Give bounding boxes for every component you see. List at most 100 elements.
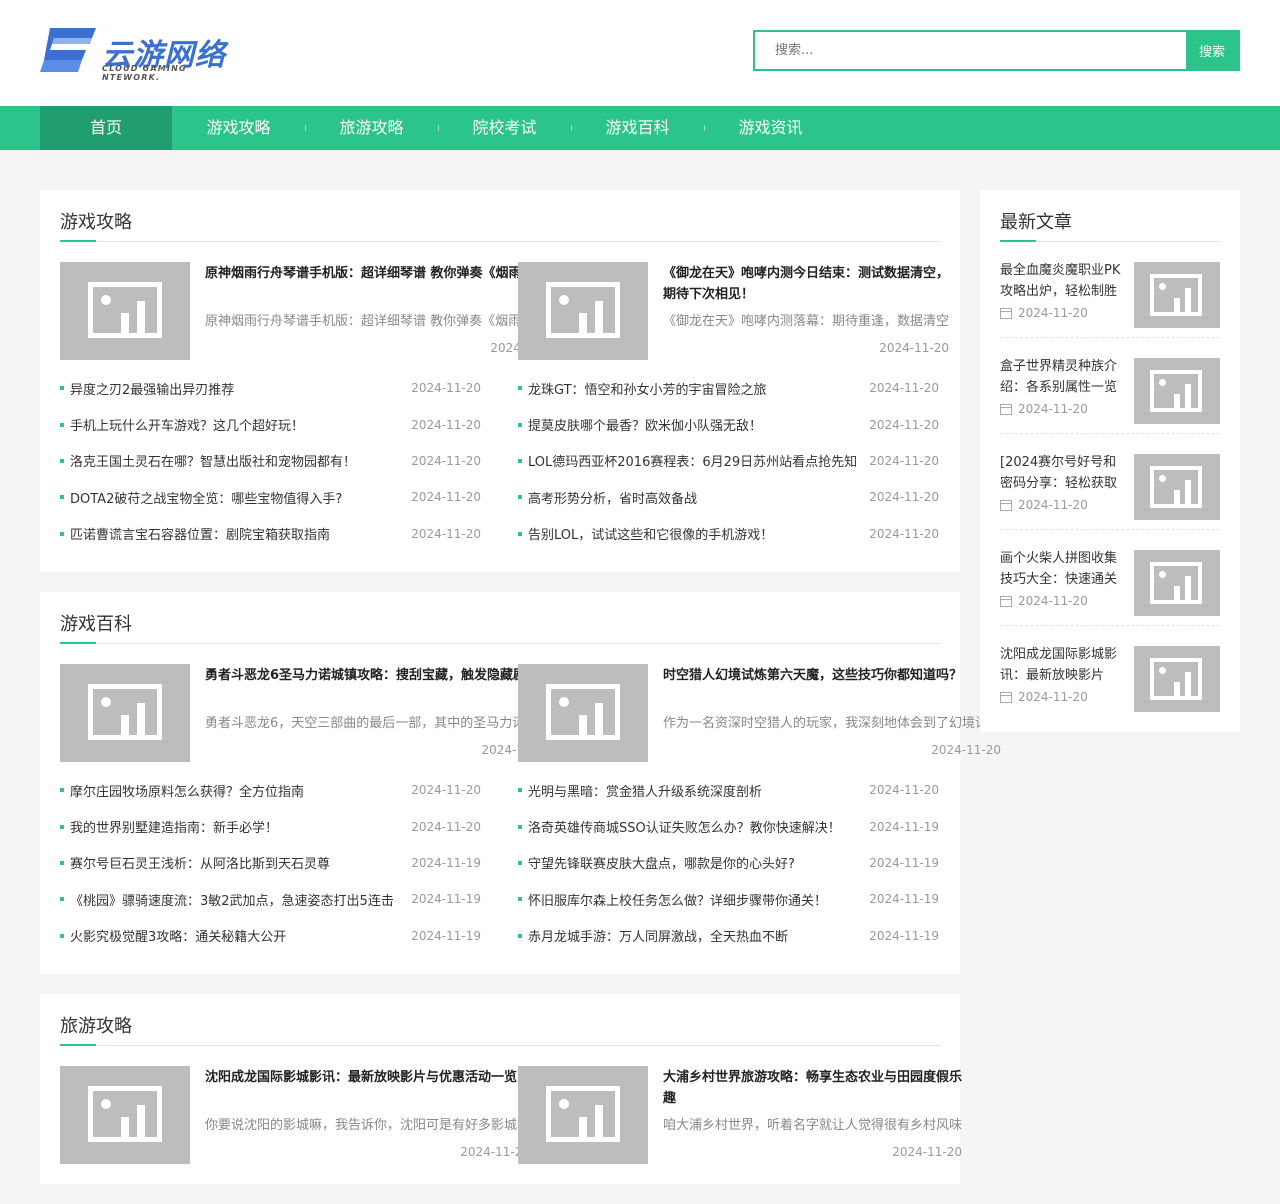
list-item-title[interactable]: 高考形势分析，省时高效备战 <box>528 488 869 507</box>
placeholder-image-icon[interactable] <box>1134 454 1220 520</box>
list-item[interactable]: 《桃园》骠骑速度流：3敏2武加点，急速姿态打出5连击 2024-11-19 <box>60 881 481 917</box>
placeholder-image-icon[interactable] <box>1134 646 1220 712</box>
placeholder-image-icon[interactable] <box>60 663 190 762</box>
featured-article[interactable]: 大浦乡村世界旅游攻略：畅享生态农业与田园度假乐趣 咱大浦乡村世界，听着名字就让人觉… <box>518 1065 962 1164</box>
featured-title[interactable]: 原神烟雨行舟琴谱手机版：超详细琴谱 教你弹奏《烟雨行舟》 <box>205 263 560 305</box>
list-item-title[interactable]: 洛奇英雄传商城SSO认证失败怎么办？教你快速解决！ <box>528 817 869 836</box>
nav-item-home[interactable]: 首页 <box>40 106 172 150</box>
bullet-icon <box>518 495 522 500</box>
latest-article-title[interactable]: 最全血魔炎魔职业PK攻略出炉，轻松制胜 <box>1000 260 1124 302</box>
latest-article[interactable]: 最全血魔炎魔职业PK攻略出炉，轻松制胜 2024-11-20 <box>1000 242 1220 338</box>
list-item-date: 2024-11-20 <box>869 783 939 798</box>
featured-desc: 你要说沈阳的影城嘛，我告诉你，沈阳可是有好多影城的 <box>205 1117 531 1133</box>
list-item[interactable]: 守望先锋联赛皮肤大盘点，哪款是你的心头好? 2024-11-19 <box>518 845 939 881</box>
latest-article[interactable]: 画个火柴人拼图收集技巧大全：快速通关 2024-11-20 <box>1000 530 1220 626</box>
list-item-title[interactable]: 光明与黑暗：赏金猎人升级系统深度剖析 <box>528 781 869 800</box>
placeholder-image-icon[interactable] <box>518 262 648 360</box>
list-item[interactable]: 告别LOL，试试这些和它很像的手机游戏！ 2024-11-20 <box>518 516 939 552</box>
list-item-title[interactable]: 告别LOL，试试这些和它很像的手机游戏！ <box>528 524 869 543</box>
search-button[interactable]: 搜索 <box>1186 32 1238 69</box>
list-item[interactable]: 我的世界别墅建造指南：新手必学！ 2024-11-20 <box>60 808 481 844</box>
logo-sub-text: CLOUD GAMING NTEWORK. <box>102 64 187 82</box>
list-item-title[interactable]: 赤月龙城手游：万人同屏激战，全天热血不断 <box>528 926 869 945</box>
list-item-title[interactable]: 我的世界别墅建造指南：新手必学！ <box>70 817 411 836</box>
latest-article-date: 2024-11-20 <box>1018 690 1088 704</box>
list-item-title[interactable]: 手机上玩什么开车游戏？这几个超好玩！ <box>70 415 411 434</box>
placeholder-image-icon[interactable] <box>518 663 648 762</box>
list-item-title[interactable]: 提莫皮肤哪个最香？欧米伽小队强无敌！ <box>528 415 869 434</box>
list-item-title[interactable]: 龙珠GT：悟空和孙女小芳的宇宙冒险之旅 <box>528 379 869 398</box>
placeholder-image-icon[interactable] <box>1134 262 1220 328</box>
list-item[interactable]: LOL德玛西亚杯2016赛程表：6月29日苏州站看点抢先知 2024-11-20 <box>518 443 939 479</box>
featured-article[interactable]: 沈阳成龙国际影城影讯：最新放映影片与优惠活动一览你要说沈阳的影城嘛，我告诉你，沈… <box>60 1065 530 1164</box>
bullet-icon <box>518 386 522 391</box>
bullet-icon <box>60 860 64 865</box>
placeholder-image-icon[interactable] <box>60 262 190 360</box>
list-item-title[interactable]: 守望先锋联赛皮肤大盘点，哪款是你的心头好? <box>528 853 869 872</box>
list-item-date: 2024-11-20 <box>411 453 481 468</box>
latest-article[interactable]: 盒子世界精灵种族介绍：各系别属性一览 2024-11-20 <box>1000 338 1220 434</box>
list-item-date: 2024-11-20 <box>411 490 481 505</box>
featured-title[interactable]: 沈阳成龙国际影城影讯：最新放映影片与优惠活动一览 <box>205 1067 530 1109</box>
bullet-icon <box>518 897 522 902</box>
featured-article[interactable]: 勇者斗恶龙6圣马力诺城镇攻略：搜刮宝藏，触发隐藏剧情勇者斗恶龙6，天空三部曲的最… <box>60 663 551 762</box>
list-item[interactable]: 怀旧服库尔森上校任务怎么做？详细步骤带你通关！ 2024-11-19 <box>518 881 939 917</box>
list-item[interactable]: 摩尔庄园牧场原料怎么获得？全方位指南 2024-11-20 <box>60 772 481 808</box>
nav-item-game-news[interactable]: 游戏资讯 <box>704 106 837 150</box>
search-input[interactable] <box>755 32 1186 69</box>
list-item-title[interactable]: 赛尔号巨石灵王浅析：从阿洛比斯到天石灵尊 <box>70 853 411 872</box>
featured-article[interactable]: 时空猎人幻境试炼第六天魔，这些技巧你都知道吗？ 作为一名资深时空猎人的玩家，我深刻… <box>518 663 1001 762</box>
list-item-date: 2024-11-20 <box>869 526 939 541</box>
bullet-icon <box>518 458 522 463</box>
latest-article[interactable]: 沈阳成龙国际影城影讯：最新放映影片 2024-11-20 <box>1000 626 1220 722</box>
list-item[interactable]: 洛克王国土灵石在哪？智慧出版社和宠物园都有！ 2024-11-20 <box>60 443 481 479</box>
list-item[interactable]: 异度之刃2最强输出异刃推荐 2024-11-20 <box>60 370 481 406</box>
nav-item-game-guides[interactable]: 游戏攻略 <box>172 106 305 150</box>
list-item[interactable]: 赛尔号巨石灵王浅析：从阿洛比斯到天石灵尊 2024-11-19 <box>60 845 481 881</box>
list-item[interactable]: 匹诺曹谎言宝石容器位置：剧院宝箱获取指南 2024-11-20 <box>60 516 481 552</box>
list-item[interactable]: 龙珠GT：悟空和孙女小芳的宇宙冒险之旅 2024-11-20 <box>518 370 939 406</box>
placeholder-image-icon[interactable] <box>60 1065 190 1164</box>
latest-article-title[interactable]: 盒子世界精灵种族介绍：各系别属性一览 <box>1000 356 1124 398</box>
list-item[interactable]: DOTA2破苻之战宝物全览：哪些宝物值得入手? 2024-11-20 <box>60 479 481 515</box>
latest-article[interactable]: [2024赛尔号好号和密码分享：轻松获取 2024-11-20 <box>1000 434 1220 530</box>
featured-title[interactable]: 大浦乡村世界旅游攻略：畅享生态农业与田园度假乐趣 <box>663 1067 962 1109</box>
featured-title[interactable]: 勇者斗恶龙6圣马力诺城镇攻略：搜刮宝藏，触发隐藏剧情 <box>205 665 551 707</box>
featured-desc: 勇者斗恶龙6，天空三部曲的最后一部，其中的圣马力诺城镇 <box>205 715 552 731</box>
main-content: 游戏攻略 原神烟雨行舟琴谱手机版：超详细琴谱 教你弹奏《烟雨行舟》 原神烟雨行舟琴谱… <box>40 190 1001 1204</box>
featured-title[interactable]: 时空猎人幻境试炼第六天魔，这些技巧你都知道吗？ <box>663 665 1001 707</box>
list-item[interactable]: 提莫皮肤哪个最香？欧米伽小队强无敌！ 2024-11-20 <box>518 406 939 442</box>
latest-article-date: 2024-11-20 <box>1018 594 1088 608</box>
placeholder-image-icon[interactable] <box>1134 550 1220 616</box>
latest-article-title[interactable]: 画个火柴人拼图收集技巧大全：快速通关 <box>1000 548 1124 590</box>
latest-article-title[interactable]: [2024赛尔号好号和密码分享：轻松获取 <box>1000 452 1124 494</box>
list-item-title[interactable]: 怀旧服库尔森上校任务怎么做？详细步骤带你通关！ <box>528 890 869 909</box>
placeholder-image-icon[interactable] <box>1134 358 1220 424</box>
list-item-title[interactable]: LOL德玛西亚杯2016赛程表：6月29日苏州站看点抢先知 <box>528 451 869 470</box>
nav-item-exams[interactable]: 院校考试 <box>438 106 571 150</box>
list-item-title[interactable]: 匹诺曹谎言宝石容器位置：剧院宝箱获取指南 <box>70 524 411 543</box>
nav-item-travel-guides[interactable]: 旅游攻略 <box>305 106 438 150</box>
list-item-title[interactable]: 摩尔庄园牧场原料怎么获得？全方位指南 <box>70 781 411 800</box>
list-item-title[interactable]: DOTA2破苻之战宝物全览：哪些宝物值得入手? <box>70 488 411 507</box>
site-header: 云游网络 CLOUD GAMING NTEWORK. 搜索 <box>0 0 1280 106</box>
bullet-icon <box>518 422 522 427</box>
featured-title[interactable]: 《御龙在天》咆哮内测今日结束：测试数据清空，期待下次相见！ <box>663 263 949 305</box>
site-logo[interactable]: 云游网络 CLOUD GAMING NTEWORK. <box>40 28 240 82</box>
list-item-title[interactable]: 异度之刃2最强输出异刃推荐 <box>70 379 411 398</box>
list-item[interactable]: 高考形势分析，省时高效备战 2024-11-20 <box>518 479 939 515</box>
latest-article-title[interactable]: 沈阳成龙国际影城影讯：最新放映影片 <box>1000 644 1124 686</box>
list-item[interactable]: 光明与黑暗：赏金猎人升级系统深度剖析 2024-11-20 <box>518 772 939 808</box>
featured-article[interactable]: 原神烟雨行舟琴谱手机版：超详细琴谱 教你弹奏《烟雨行舟》 原神烟雨行舟琴谱手机版：… <box>60 262 560 360</box>
placeholder-image-icon[interactable] <box>518 1065 648 1164</box>
list-item-date: 2024-11-19 <box>869 819 939 834</box>
list-item-title[interactable]: 火影究极觉醒3攻略：通关秘籍大公开 <box>70 926 411 945</box>
list-item[interactable]: 洛奇英雄传商城SSO认证失败怎么办？教你快速解决！ 2024-11-19 <box>518 808 939 844</box>
list-item-title[interactable]: 《桃园》骠骑速度流：3敏2武加点，急速姿态打出5连击 <box>70 890 411 909</box>
list-item[interactable]: 火影究极觉醒3攻略：通关秘籍大公开 2024-11-19 <box>60 918 481 954</box>
list-item[interactable]: 赤月龙城手游：万人同屏激战，全天热血不断 2024-11-19 <box>518 918 939 954</box>
list-item[interactable]: 手机上玩什么开车游戏？这几个超好玩！ 2024-11-20 <box>60 406 481 442</box>
nav-item-game-wiki[interactable]: 游戏百科 <box>571 106 704 150</box>
list-item-title[interactable]: 洛克王国土灵石在哪？智慧出版社和宠物园都有！ <box>70 451 411 470</box>
featured-article[interactable]: 《御龙在天》咆哮内测今日结束：测试数据清空，期待下次相见！ 《御龙在天》咆哮内测落… <box>518 262 949 360</box>
